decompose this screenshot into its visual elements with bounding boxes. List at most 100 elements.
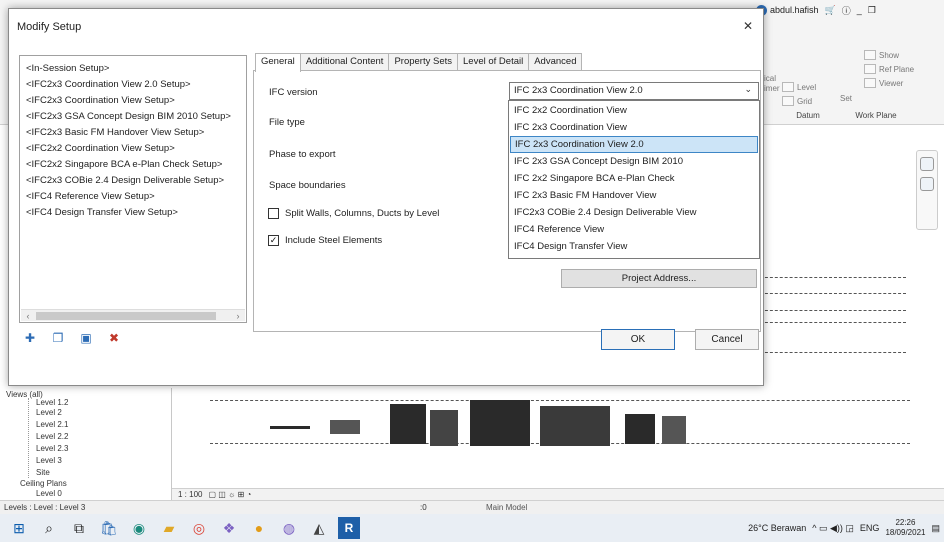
tab-property-sets[interactable]: Property Sets bbox=[388, 53, 459, 71]
setup-item[interactable]: <IFC2x3 Coordination View 2.0 Setup> bbox=[26, 79, 191, 90]
dropdown-option[interactable]: IFC4 Design Transfer View bbox=[510, 238, 758, 255]
navigation-bar[interactable] bbox=[916, 150, 938, 230]
viewer-tool[interactable]: Viewer bbox=[864, 78, 903, 88]
ifc-version-select[interactable]: IFC 2x3 Coordination View 2.0 ⌄ bbox=[509, 82, 759, 100]
scroll-thumb[interactable] bbox=[36, 312, 216, 320]
close-icon[interactable]: ✕ bbox=[737, 15, 759, 37]
dropdown-option[interactable]: IFC 2x3 Basic FM Handover View bbox=[510, 187, 758, 204]
dropdown-option[interactable]: IFC 2x3 GSA Concept Design BIM 2010 bbox=[510, 153, 758, 170]
dropdown-option[interactable]: IFC 2x2 Coordination View bbox=[510, 102, 758, 119]
dropdown-option[interactable]: IFC2x3 COBie 2.4 Design Deliverable View bbox=[510, 204, 758, 221]
browser-item[interactable]: Ceiling Plans bbox=[20, 479, 67, 488]
restore-icon[interactable]: ❐ bbox=[868, 5, 876, 16]
weather-text[interactable]: 26°C Berawan bbox=[748, 523, 806, 533]
tab-additional-content[interactable]: Additional Content bbox=[299, 53, 390, 71]
minimize-icon[interactable]: _ bbox=[857, 5, 862, 15]
task-view-icon[interactable]: ⧉ bbox=[68, 517, 90, 539]
level-tool[interactable]: Level bbox=[782, 82, 816, 92]
browser-item[interactable]: Site bbox=[36, 468, 50, 477]
duplicate-setup-icon[interactable]: ❐ bbox=[51, 331, 65, 345]
chevron-down-icon[interactable]: ⌄ bbox=[744, 84, 752, 95]
help-icon[interactable]: ⓘ bbox=[842, 4, 851, 17]
edge-icon[interactable]: ◉ bbox=[128, 517, 150, 539]
work-plane-panel: Set Show Ref Plane Viewer Work Plane bbox=[836, 44, 916, 122]
windows-start-icon[interactable]: ⊞ bbox=[8, 517, 30, 539]
dropdown-option[interactable]: IFC 2x3 Coordination View bbox=[510, 119, 758, 136]
cancel-button[interactable]: Cancel bbox=[695, 329, 759, 350]
checkbox-box[interactable] bbox=[268, 208, 279, 219]
delete-setup-icon[interactable]: ✖ bbox=[107, 331, 121, 345]
store-icon[interactable]: 🛍 bbox=[98, 517, 120, 539]
search-icon[interactable]: ⌕ bbox=[38, 517, 60, 539]
workset-counter: :0 bbox=[420, 503, 427, 512]
project-address-button[interactable]: Project Address... bbox=[561, 269, 757, 288]
rename-setup-icon[interactable]: ▣ bbox=[79, 331, 93, 345]
tab-level-of-detail[interactable]: Level of Detail bbox=[457, 53, 530, 71]
ifc-version-dropdown[interactable]: IFC 2x2 Coordination View IFC 2x3 Coordi… bbox=[508, 100, 760, 259]
setup-item[interactable]: <IFC2x3 Basic FM Handover View Setup> bbox=[26, 127, 204, 138]
revit-icon[interactable]: R bbox=[338, 517, 360, 539]
file-type-label: File type bbox=[269, 117, 305, 128]
scroll-left-icon[interactable]: ‹ bbox=[21, 310, 35, 322]
show-label: Show bbox=[879, 50, 900, 60]
scroll-right-icon[interactable]: › bbox=[231, 310, 245, 322]
grid-tool[interactable]: Grid bbox=[782, 96, 812, 106]
dropdown-option-selected[interactable]: IFC 2x3 Coordination View 2.0 bbox=[510, 136, 758, 153]
browser-item[interactable]: Level 2.3 bbox=[36, 444, 68, 453]
setup-item[interactable]: <IFC2x3 GSA Concept Design BIM 2010 Setu… bbox=[26, 111, 231, 122]
revit-title-bar: abdul.hafish 🛒 ⓘ _ ❐ bbox=[756, 0, 944, 20]
dialog-title: Modify Setup bbox=[17, 21, 82, 33]
tab-advanced[interactable]: Advanced bbox=[528, 53, 583, 71]
scale-label[interactable]: 1 : 100 bbox=[178, 490, 202, 499]
browser-item[interactable]: Level 2 bbox=[36, 408, 62, 417]
windows-taskbar: ⊞ ⌕ ⧉ 🛍 ◉ ▰ ◎ ❖ ● ◍ ◭ R 26°C Berawan ^ ▭… bbox=[0, 514, 944, 542]
setup-item[interactable]: <IFC2x2 Coordination View Setup> bbox=[26, 143, 175, 154]
split-walls-checkbox[interactable]: Split Walls, Columns, Ducts by Level bbox=[268, 208, 439, 219]
ref-plane-tool[interactable]: Ref Plane bbox=[864, 64, 914, 74]
setup-item[interactable]: <IFC2x3 Coordination View Setup> bbox=[26, 95, 175, 106]
app-icon[interactable]: ● bbox=[248, 517, 270, 539]
browser-item[interactable]: Level 2.2 bbox=[36, 432, 68, 441]
level-line bbox=[760, 352, 906, 353]
wifi-app-icon[interactable]: ◭ bbox=[308, 517, 330, 539]
notifications-icon[interactable]: ▤ bbox=[931, 523, 940, 534]
setup-item[interactable]: <IFC4 Design Transfer View Setup> bbox=[26, 207, 178, 218]
tab-general[interactable]: General bbox=[255, 53, 301, 72]
ref-plane-icon bbox=[864, 64, 876, 74]
horizontal-scrollbar[interactable]: ‹ › bbox=[21, 309, 245, 321]
zoom-icon[interactable] bbox=[920, 177, 934, 191]
cart-icon[interactable]: 🛒 bbox=[825, 5, 836, 16]
user-menu[interactable]: abdul.hafish bbox=[756, 4, 819, 16]
show-tool[interactable]: Show bbox=[864, 50, 899, 60]
setup-item[interactable]: <IFC4 Reference View Setup> bbox=[26, 191, 155, 202]
app-icon[interactable]: ❖ bbox=[218, 517, 240, 539]
dropdown-option[interactable]: IFC4 Reference View bbox=[510, 221, 758, 238]
browser-item[interactable]: Level 1.2 bbox=[36, 398, 68, 407]
language-indicator[interactable]: ENG bbox=[860, 523, 880, 533]
clock[interactable]: 22:26 18/09/2021 bbox=[885, 518, 925, 538]
browser-item[interactable]: Level 2.1 bbox=[36, 420, 68, 429]
browser-item[interactable]: Level 0 bbox=[36, 489, 62, 498]
view-controls-icon[interactable]: ▢ ◫ ☼ ⊞ ◔ bbox=[208, 490, 251, 499]
new-setup-icon[interactable]: ✚ bbox=[23, 331, 37, 345]
set-tool[interactable]: Set bbox=[840, 94, 852, 103]
setup-item[interactable]: <In-Session Setup> bbox=[26, 63, 109, 74]
system-tray: 26°C Berawan ^ ▭ ◀)) ◲ ENG 22:26 18/09/2… bbox=[748, 514, 940, 542]
grid-label: Grid bbox=[797, 96, 813, 106]
include-steel-checkbox[interactable]: ✓ Include Steel Elements bbox=[268, 235, 382, 246]
folder-icon[interactable]: ▰ bbox=[158, 517, 180, 539]
tray-icons[interactable]: ^ ▭ ◀)) ◲ bbox=[812, 523, 854, 534]
app-icon[interactable]: ◍ bbox=[278, 517, 300, 539]
user-name: abdul.hafish bbox=[770, 5, 819, 15]
viewer-icon bbox=[864, 78, 876, 88]
chrome-icon[interactable]: ◎ bbox=[188, 517, 210, 539]
setup-item[interactable]: <IFC2x3 COBie 2.4 Design Deliverable Set… bbox=[26, 175, 224, 186]
checkbox-box[interactable]: ✓ bbox=[268, 235, 279, 246]
setup-item[interactable]: <IFC2x2 Singapore BCA e-Plan Check Setup… bbox=[26, 159, 222, 170]
ok-button[interactable]: OK bbox=[601, 329, 675, 350]
dropdown-option[interactable]: IFC 2x2 Singapore BCA e-Plan Check bbox=[510, 170, 758, 187]
browser-item[interactable]: Level 3 bbox=[36, 456, 62, 465]
main-model-select[interactable]: Main Model bbox=[486, 503, 527, 512]
steering-wheel-icon[interactable] bbox=[920, 157, 934, 171]
setup-list[interactable]: <In-Session Setup> <IFC2x3 Coordination … bbox=[19, 55, 247, 323]
